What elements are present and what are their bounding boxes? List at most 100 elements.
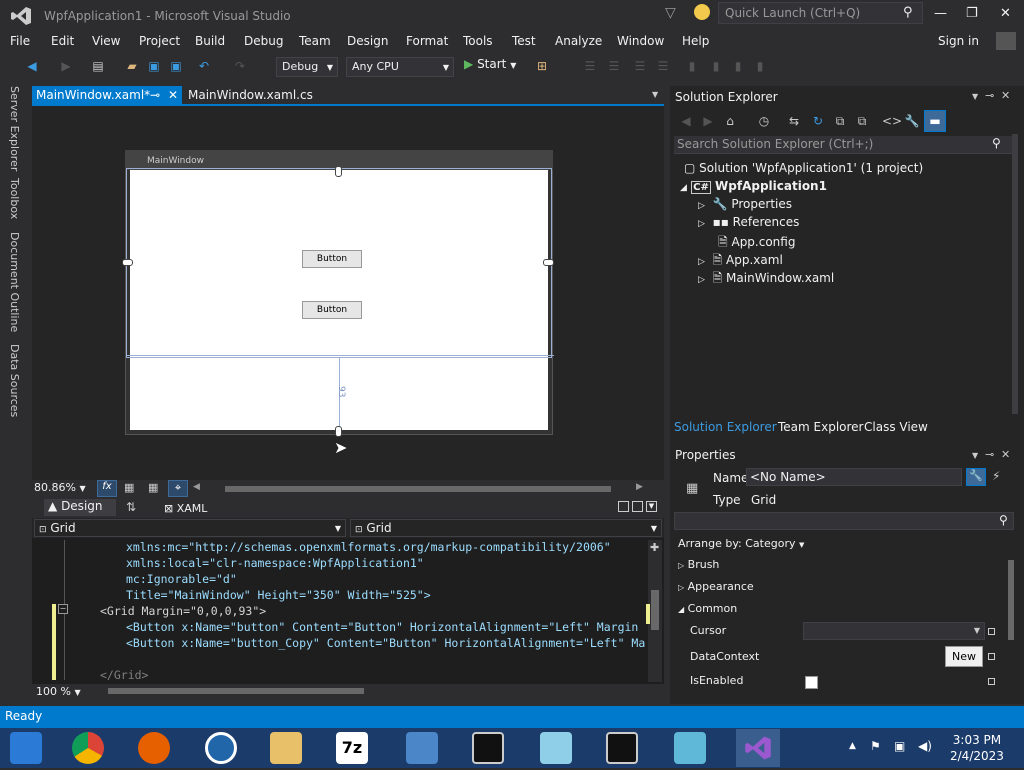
- grid-toggle-icon[interactable]: ▦: [124, 481, 134, 494]
- code-line[interactable]: Title="MainWindow" Height="350" Width="5…: [126, 588, 431, 602]
- code-line[interactable]: mc:Ignorable="d": [126, 572, 237, 586]
- resize-handle[interactable]: [335, 426, 342, 437]
- editor-zoom-select[interactable]: 100 % ▼: [36, 685, 81, 698]
- collapse-pane-icon[interactable]: ▼: [646, 501, 657, 512]
- start-orb-icon[interactable]: [10, 732, 42, 764]
- properties-search-input[interactable]: ⚲: [674, 512, 1014, 530]
- pin-icon[interactable]: ⊸: [985, 448, 994, 461]
- code-line[interactable]: <Grid Margin="0,0,0,93">: [100, 604, 266, 618]
- command-prompt-icon[interactable]: [472, 732, 504, 764]
- name-input[interactable]: <No Name>: [746, 468, 962, 486]
- bookmark-clear-icon[interactable]: ▮: [752, 58, 768, 74]
- menu-test[interactable]: Test: [512, 34, 536, 48]
- menu-help[interactable]: Help: [682, 34, 709, 48]
- resize-handle[interactable]: [122, 259, 133, 266]
- firefox-icon[interactable]: [138, 732, 170, 764]
- panel-menu-icon[interactable]: ▼: [972, 92, 978, 101]
- command-prompt-icon[interactable]: [606, 732, 638, 764]
- new-project-icon[interactable]: ▤: [90, 58, 106, 74]
- tab-class-view[interactable]: Class View: [864, 420, 928, 434]
- show-all-files-icon[interactable]: ⧉: [854, 113, 870, 129]
- account-avatar-icon[interactable]: [996, 32, 1016, 50]
- code-line[interactable]: </Grid>: [100, 668, 148, 682]
- minimize-button[interactable]: —: [934, 6, 947, 21]
- code-line[interactable]: xmlns:local="clr-namespace:WpfApplicatio…: [126, 556, 424, 570]
- forward-icon[interactable]: ▶: [58, 58, 74, 74]
- sync-icon[interactable]: ⇆: [786, 113, 802, 129]
- back-icon[interactable]: ◀: [24, 58, 40, 74]
- side-tab-toolbox[interactable]: Toolbox: [8, 178, 21, 219]
- solution-explorer-vscroll-thumb[interactable]: [1012, 134, 1018, 414]
- volume-icon[interactable]: ◀): [918, 739, 932, 753]
- open-file-icon[interactable]: ▰: [124, 58, 140, 74]
- properties-wrench-icon[interactable]: 🔧: [904, 113, 920, 129]
- signin-link[interactable]: Sign in: [938, 34, 979, 48]
- side-tab-data-sources[interactable]: Data Sources: [8, 344, 21, 417]
- code-line[interactable]: xmlns:mc="http://schemas.openxmlformats.…: [126, 540, 611, 554]
- network-icon[interactable]: ▣: [894, 739, 905, 753]
- preview-selected-icon[interactable]: ▬: [924, 110, 946, 132]
- home-icon[interactable]: ⌂: [722, 113, 738, 129]
- bookmark-icon[interactable]: ▮: [684, 58, 700, 74]
- element-selector-right[interactable]: ⊡ Grid ▼: [350, 519, 662, 537]
- events-view-icon[interactable]: ⚡: [992, 469, 1000, 483]
- toolbar-tool-icon[interactable]: ⊞: [534, 58, 550, 74]
- snap-lines-icon[interactable]: ⌖: [168, 480, 188, 497]
- tree-mainwindow-xaml[interactable]: ▷ 🗎 MainWindow.xaml: [698, 269, 834, 290]
- redo-icon[interactable]: ↷: [232, 58, 248, 74]
- outdent-icon[interactable]: ☰: [655, 58, 671, 74]
- menu-analyze[interactable]: Analyze: [555, 34, 602, 48]
- design-pane-tab[interactable]: ▲ Design: [44, 499, 116, 516]
- code-line[interactable]: <Button x:Name="button_Copy" Content="Bu…: [126, 636, 645, 650]
- save-icon[interactable]: ▣: [146, 58, 162, 74]
- property-marker-icon[interactable]: [988, 653, 995, 660]
- action-center-flag-icon[interactable]: ⚑: [870, 739, 881, 753]
- pin-icon[interactable]: ⊸: [985, 89, 994, 102]
- editor-vscroll-thumb[interactable]: [651, 590, 659, 630]
- code-line[interactable]: <Button x:Name="button" Content="Button"…: [126, 620, 638, 634]
- isenabled-checkbox[interactable]: [805, 676, 818, 689]
- quick-launch-input[interactable]: Quick Launch (Ctrl+Q): [718, 2, 923, 24]
- tree-properties[interactable]: ▷ 🔧 Properties: [698, 197, 792, 211]
- close-icon[interactable]: ✕: [1001, 448, 1010, 461]
- scroll-right-icon[interactable]: ▶: [636, 482, 643, 492]
- save-all-icon[interactable]: ▣: [168, 58, 184, 74]
- collapse-all-icon[interactable]: ⧉: [832, 113, 848, 129]
- close-icon[interactable]: ✕: [168, 88, 178, 102]
- tab-mainwindow-xaml[interactable]: MainWindow.xaml* ⊸ ✕: [32, 86, 182, 106]
- category-common[interactable]: ◢ Common: [678, 602, 737, 615]
- editor-hscroll-thumb[interactable]: [108, 688, 364, 694]
- preview-button-1[interactable]: Button: [302, 250, 362, 268]
- menu-file[interactable]: File: [10, 34, 30, 48]
- scroll-left-icon[interactable]: ◀: [193, 482, 200, 492]
- tab-team-explorer[interactable]: Team Explorer: [778, 420, 864, 434]
- notes-app-icon[interactable]: [540, 732, 572, 764]
- category-brush[interactable]: ▷ Brush: [678, 558, 719, 571]
- split-editor-icon[interactable]: ✚: [650, 541, 659, 554]
- designer-hscroll-thumb[interactable]: [225, 486, 611, 492]
- history-icon[interactable]: ◷: [756, 113, 772, 129]
- resize-handle[interactable]: [543, 259, 554, 266]
- undo-icon[interactable]: ↶: [196, 58, 212, 74]
- sevenzip-icon[interactable]: 7z: [336, 732, 368, 764]
- app-icon[interactable]: [205, 732, 237, 764]
- horizontal-split-icon[interactable]: [632, 501, 643, 512]
- solution-search-input[interactable]: Search Solution Explorer (Ctrl+;) ⚲: [674, 136, 1018, 154]
- cursor-select[interactable]: ▼: [803, 622, 985, 640]
- collapse-outline-icon[interactable]: −: [58, 604, 68, 614]
- xaml-pane-tab[interactable]: ⊠ XAML: [164, 502, 207, 515]
- resize-handle[interactable]: [335, 166, 342, 177]
- visual-studio-taskbar-icon[interactable]: [736, 729, 780, 767]
- control-panel-icon[interactable]: [406, 732, 438, 764]
- arrange-by-select[interactable]: Arrange by: Category ▼: [678, 537, 804, 550]
- align-icon[interactable]: ☰: [582, 58, 598, 74]
- search-icon[interactable]: ⚲: [903, 5, 913, 20]
- tree-project[interactable]: ◢ C# WpfApplication1: [680, 179, 827, 194]
- element-selector-left[interactable]: ⊡ Grid ▼: [34, 519, 346, 537]
- network-app-icon[interactable]: [674, 732, 706, 764]
- menu-build[interactable]: Build: [195, 34, 225, 48]
- zoom-select[interactable]: 80.86% ▼: [34, 481, 94, 497]
- configuration-select[interactable]: Debug ▼: [276, 57, 338, 77]
- tree-references[interactable]: ▷ ▪▪ References: [698, 215, 799, 229]
- file-explorer-icon[interactable]: [270, 732, 302, 764]
